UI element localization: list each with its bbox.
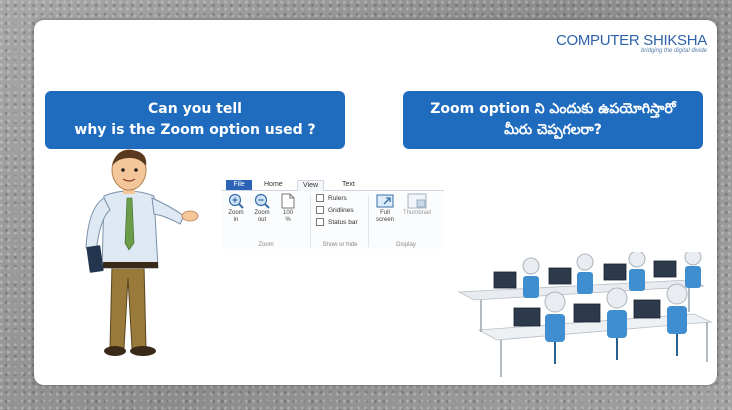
zoom-out-label-2: out: [257, 217, 267, 223]
english-question-line2: why is the Zoom option used ?: [74, 122, 316, 138]
computer-lab-illustration: [457, 252, 713, 377]
english-question-line1: Can you tell: [148, 101, 242, 117]
zoom-group: Zoom in Zoom out 100 % Zoom: [222, 193, 310, 249]
zoom-100-label-1: 100: [282, 210, 293, 216]
presenter-illustration: [85, 149, 199, 356]
checkbox-box: [316, 218, 324, 226]
telugu-question-line1: Zoom option ని ఎందుకు ఉపయోగిస్తారో: [430, 101, 676, 117]
logo-brand: COMPUTER SHIKSHA: [555, 32, 707, 49]
rulers-label: Rulers: [328, 194, 347, 202]
tab-text[interactable]: Text: [342, 180, 355, 190]
computer-shiksha-logo: COMPUTER SHIKSHA bridging the digital di…: [556, 32, 707, 54]
checkbox-box: [316, 194, 324, 202]
show-hide-group-label: Show or hide: [322, 242, 358, 248]
view-ribbon: File Home View Text Zoom in Zoom out 100…: [222, 180, 444, 250]
rulers-checkbox[interactable]: Rulers: [316, 194, 347, 202]
display-group: Full screen Thumbnail Display: [370, 193, 442, 249]
full-screen-icon: [376, 194, 394, 208]
zoom-in-label-2: in: [233, 217, 239, 223]
zoom-100-label-2: %: [285, 217, 291, 223]
ribbon-body: Zoom in Zoom out 100 % Zoom Rulers Gridl…: [222, 191, 444, 249]
ribbon-tabs: File Home View Text: [222, 180, 444, 191]
status-bar-checkbox[interactable]: Status bar: [316, 218, 358, 226]
full-screen-label-1: Full: [380, 210, 390, 216]
page-icon: [281, 193, 295, 209]
english-question-box: Can you tell why is the Zoom option used…: [45, 91, 345, 149]
zoom-in-icon: [228, 193, 244, 209]
telugu-question-line2: మీరు చెప్పగలరా?: [504, 122, 602, 138]
zoom-out-icon: [254, 193, 270, 209]
zoom-out-label-1: Zoom: [254, 210, 270, 216]
tab-view[interactable]: View: [297, 180, 325, 191]
thumbnail-button[interactable]: Thumbnail: [400, 193, 434, 217]
gridlines-checkbox[interactable]: Gridlines: [316, 206, 354, 214]
group-divider: [368, 195, 369, 247]
gridlines-label: Gridlines: [328, 206, 354, 214]
zoom-out-button[interactable]: Zoom out: [252, 193, 272, 224]
telugu-question-box: Zoom option ని ఎందుకు ఉపయోగిస్తారో మీరు …: [403, 91, 703, 149]
zoom-in-label-1: Zoom: [228, 210, 244, 216]
full-screen-label-2: screen: [375, 217, 394, 223]
zoom-100-button[interactable]: 100 %: [278, 193, 298, 224]
show-hide-group: Rulers Gridlines Status bar Show or hide: [312, 193, 368, 249]
slide: COMPUTER SHIKSHA bridging the digital di…: [34, 20, 717, 385]
zoom-group-label: Zoom: [258, 242, 274, 248]
display-group-label: Display: [396, 242, 416, 248]
tab-home[interactable]: Home: [264, 180, 283, 190]
thumbnail-icon: [407, 193, 427, 209]
status-bar-label: Status bar: [328, 218, 358, 226]
checkbox-box: [316, 206, 324, 214]
zoom-in-button[interactable]: Zoom in: [226, 193, 246, 224]
tab-file[interactable]: File: [226, 180, 252, 190]
group-divider: [310, 195, 311, 247]
thumbnail-label: Thumbnail: [402, 210, 431, 216]
full-screen-button[interactable]: Full screen: [374, 193, 396, 224]
